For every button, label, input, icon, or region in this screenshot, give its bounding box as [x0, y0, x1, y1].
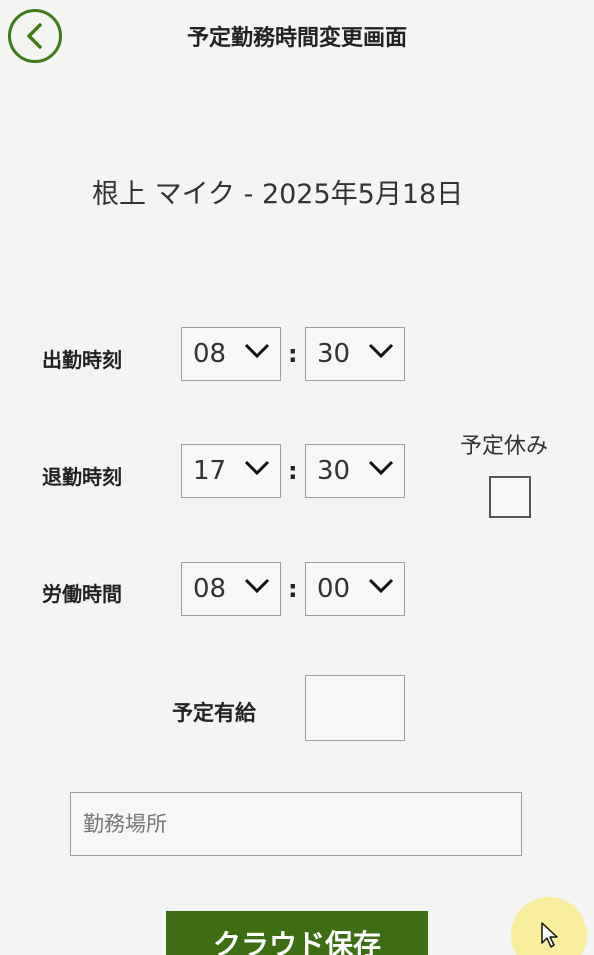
schedule-edit-screen: 予定勤務時間変更画面 根上 マイク - 2025年5月18日 出勤時刻 08 :… — [0, 0, 594, 955]
clock-out-label: 退勤時刻 — [42, 465, 122, 489]
chevron-down-icon — [368, 578, 394, 594]
clock-in-minute-select[interactable]: 30 — [305, 327, 405, 381]
paid-leave-label: 予定有給 — [172, 701, 256, 725]
clock-out-hour-select[interactable]: 17 — [181, 444, 281, 498]
chevron-down-icon — [368, 343, 394, 359]
clock-out-minute-select[interactable]: 30 — [305, 444, 405, 498]
time-separator: : — [288, 340, 298, 368]
chevron-down-icon — [244, 343, 270, 359]
scheduled-off-checkbox[interactable] — [489, 476, 531, 518]
scheduled-off-label: 予定休み — [460, 434, 549, 459]
time-separator: : — [288, 575, 298, 603]
chevron-down-icon — [244, 578, 270, 594]
work-hours-minute-select[interactable]: 00 — [305, 562, 405, 616]
chevron-down-icon — [368, 460, 394, 476]
paid-leave-field[interactable] — [305, 675, 405, 741]
work-hours-hour-select[interactable]: 08 — [181, 562, 281, 616]
clock-in-hour-select[interactable]: 08 — [181, 327, 281, 381]
time-separator: : — [288, 457, 298, 485]
work-location-input[interactable] — [70, 792, 522, 856]
employee-date-label: 根上 マイク - 2025年5月18日 — [92, 179, 464, 210]
mouse-pointer-icon — [541, 922, 558, 948]
page-title: 予定勤務時間変更画面 — [186, 26, 407, 51]
work-hours-label: 労働時間 — [42, 582, 122, 606]
cloud-save-button[interactable]: クラウド保存 — [166, 911, 428, 955]
chevron-down-icon — [244, 460, 270, 476]
clock-in-label: 出勤時刻 — [42, 348, 122, 372]
